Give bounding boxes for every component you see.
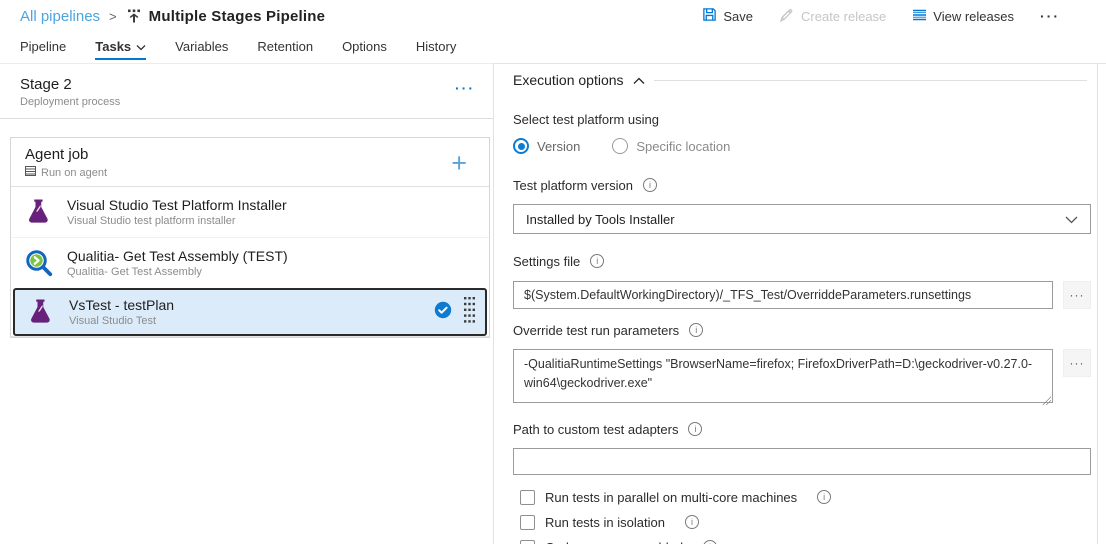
top-header: All pipelines > Multiple Stages Pipeline… — [0, 0, 1106, 32]
tab-retention[interactable]: Retention — [257, 39, 313, 63]
task-settings-panel: Execution options Select test platform u… — [494, 63, 1106, 544]
breadcrumb-separator: > — [109, 9, 117, 24]
create-release-button[interactable]: Create release — [779, 7, 886, 26]
custom-adapters-label: Path to custom test adapters — [513, 422, 678, 437]
select-platform-label: Select test platform using — [513, 112, 659, 127]
checkbox-parallel[interactable] — [520, 490, 535, 505]
tab-bar: Pipeline Tasks Variables Retention Optio… — [0, 32, 1106, 63]
tab-variables[interactable]: Variables — [175, 39, 228, 63]
radio-version[interactable]: Version — [513, 138, 580, 154]
checkbox-isolation[interactable] — [520, 515, 535, 530]
list-icon — [912, 8, 927, 25]
checkbox-row-code-coverage: Code coverage enabled — [513, 537, 1091, 544]
stage-title: Stage 2 — [20, 76, 120, 93]
view-releases-button[interactable]: View releases — [912, 8, 1014, 25]
save-button[interactable]: Save — [702, 7, 753, 25]
chevron-up-icon — [633, 72, 645, 88]
radio-icon — [513, 138, 529, 154]
checkbox-row-parallel: Run tests in parallel on multi-core mach… — [513, 487, 1091, 507]
qualitia-search-icon — [23, 247, 55, 279]
custom-adapters-input[interactable] — [513, 448, 1091, 475]
platform-radio-group: Version Specific location — [513, 136, 1091, 156]
checkbox-code-coverage[interactable] — [520, 540, 535, 544]
task-valid-check-icon — [434, 301, 452, 324]
settings-file-browse-button[interactable]: ··· — [1063, 281, 1091, 309]
radio-icon — [612, 138, 628, 154]
chevron-down-icon — [1065, 212, 1078, 227]
task-subtitle: Visual Studio Test — [69, 315, 174, 327]
vstest-flask-icon — [23, 196, 55, 228]
task-row-vstest-installer[interactable]: Visual Studio Test Platform Installer Vi… — [11, 187, 489, 237]
tab-options[interactable]: Options — [342, 39, 387, 63]
header-actions: Save Create release View releases ··· — [702, 7, 1088, 26]
info-icon[interactable] — [703, 540, 717, 544]
settings-file-label: Settings file — [513, 254, 580, 269]
task-subtitle: Visual Studio test platform installer — [67, 215, 287, 227]
scrollbar[interactable] — [1097, 63, 1098, 544]
info-icon[interactable] — [688, 422, 702, 436]
agent-job-subtitle: Run on agent — [41, 167, 107, 179]
page-title: Multiple Stages Pipeline — [149, 8, 326, 25]
override-params-label: Override test run parameters — [513, 323, 679, 338]
chevron-down-icon — [136, 39, 146, 54]
task-row-vstest-testplan[interactable]: VsTest - testPlan Visual Studio Test — [13, 288, 487, 336]
platform-version-dropdown[interactable]: Installed by Tools Installer — [513, 204, 1091, 234]
info-icon[interactable] — [590, 254, 604, 268]
save-icon — [702, 7, 717, 25]
task-title: Visual Studio Test Platform Installer — [67, 197, 287, 213]
task-title: Qualitia- Get Test Assembly (TEST) — [67, 248, 288, 264]
task-title: VsTest - testPlan — [69, 297, 174, 313]
add-task-button[interactable]: + — [451, 153, 475, 173]
override-params-expand-button[interactable]: ··· — [1063, 349, 1091, 377]
settings-file-input[interactable] — [513, 281, 1053, 309]
release-pipeline-icon — [126, 8, 142, 24]
breadcrumb-all-pipelines[interactable]: All pipelines — [20, 8, 100, 25]
info-icon[interactable] — [643, 178, 657, 192]
create-release-label: Create release — [801, 9, 886, 24]
drag-handle[interactable] — [464, 297, 475, 328]
task-subtitle: Qualitia- Get Test Assembly — [67, 266, 288, 278]
view-releases-label: View releases — [933, 9, 1014, 24]
rocket-icon — [779, 7, 795, 26]
resize-grip[interactable] — [1042, 396, 1051, 405]
info-icon[interactable] — [685, 515, 699, 529]
agent-icon — [25, 166, 36, 179]
save-label: Save — [723, 9, 753, 24]
vstest-flask-icon — [25, 296, 57, 328]
tab-history[interactable]: History — [416, 39, 456, 63]
pipeline-editor-window: All pipelines > Multiple Stages Pipeline… — [0, 0, 1106, 544]
override-params-textarea[interactable]: -QualitiaRuntimeSettings "BrowserName=fi… — [513, 349, 1053, 403]
tab-pipeline[interactable]: Pipeline — [20, 39, 66, 63]
stage-header[interactable]: Stage 2 Deployment process ··· — [0, 63, 493, 119]
tab-tasks[interactable]: Tasks — [95, 39, 146, 63]
section-divider — [654, 80, 1087, 81]
header-more-button[interactable]: ··· — [1040, 8, 1060, 24]
platform-version-label: Test platform version — [513, 178, 633, 193]
agent-job-header[interactable]: Agent job Run on agent + — [11, 138, 489, 187]
task-row-qualitia[interactable]: Qualitia- Get Test Assembly (TEST) Quali… — [11, 237, 489, 287]
stages-panel: Stage 2 Deployment process ··· Agent job… — [0, 63, 493, 544]
info-icon[interactable] — [689, 323, 703, 337]
stage-subtitle: Deployment process — [20, 96, 120, 108]
agent-job-card: Agent job Run on agent + Visual Studio T… — [10, 137, 490, 338]
agent-job-title: Agent job — [25, 146, 107, 163]
info-icon[interactable] — [817, 490, 831, 504]
checkbox-row-isolation: Run tests in isolation — [513, 512, 1091, 532]
stage-more-button[interactable]: ··· — [455, 80, 475, 96]
section-execution-options[interactable]: Execution options — [513, 72, 645, 88]
radio-specific-location[interactable]: Specific location — [612, 138, 730, 154]
